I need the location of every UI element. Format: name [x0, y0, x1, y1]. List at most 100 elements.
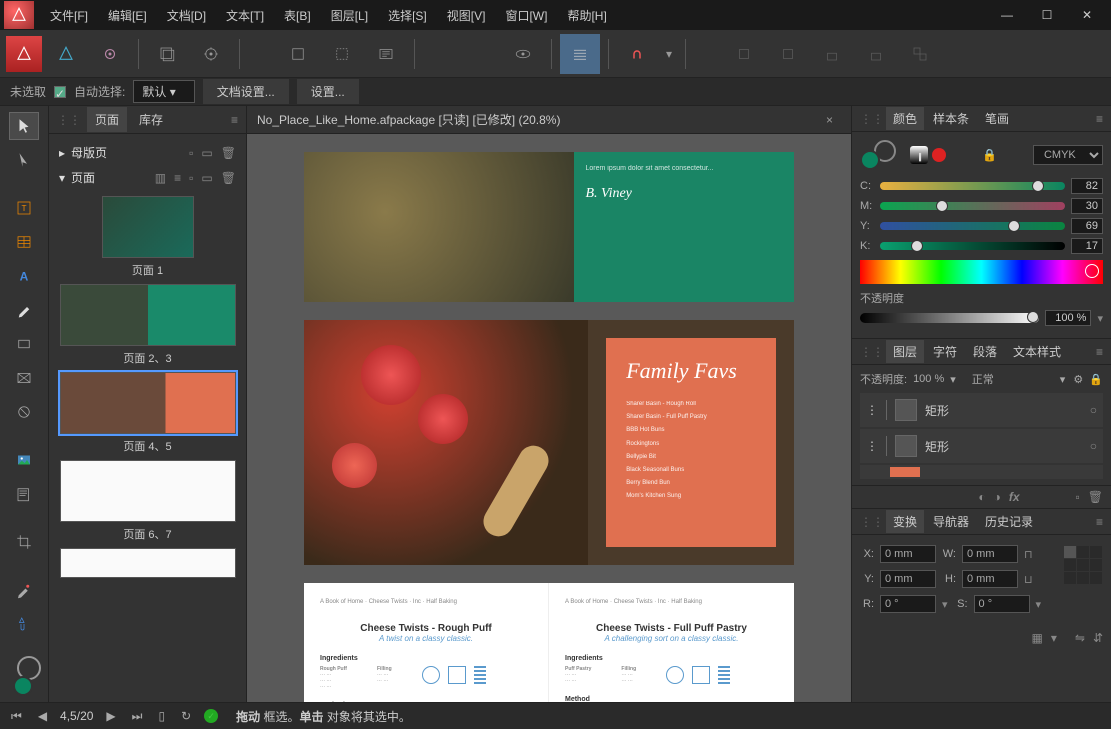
snapping-icon[interactable]: [617, 34, 657, 74]
layout-icon[interactable]: ▥: [155, 171, 166, 185]
layer-opacity-value[interactable]: 100 %: [913, 373, 944, 385]
y-field[interactable]: 0 mm: [880, 570, 936, 588]
spread-23[interactable]: Lorem ipsum dolor sit amet consectetur..…: [304, 152, 794, 302]
yellow-value[interactable]: 69: [1071, 218, 1103, 234]
page-thumb-45[interactable]: 页面 4、5: [55, 372, 240, 454]
opacity-value[interactable]: 100 %: [1045, 310, 1091, 326]
artboard-icon[interactable]: [278, 34, 318, 74]
artistic-text-tool[interactable]: A: [9, 262, 39, 290]
preflight-icon[interactable]: [366, 34, 406, 74]
first-page-icon[interactable]: ⏮: [8, 709, 25, 724]
menu-help[interactable]: 帮助[H]: [557, 0, 616, 30]
menu-layer[interactable]: 图层[L]: [321, 0, 378, 30]
move-tool[interactable]: [9, 112, 39, 140]
move-back-icon[interactable]: [724, 34, 764, 74]
fx-icon[interactable]: fx: [1009, 490, 1020, 504]
persona-publisher-icon[interactable]: [6, 36, 42, 72]
paragraphs-tab[interactable]: 段落: [966, 340, 1004, 363]
h-field[interactable]: 0 mm: [962, 570, 1018, 588]
swatches-tab[interactable]: 样本条: [926, 107, 976, 130]
drag-handle-icon[interactable]: ⋮⋮: [860, 345, 884, 359]
pages-section-header[interactable]: ▾ 页面 ▥≡▫▭🗑: [55, 165, 240, 190]
magenta-slider[interactable]: [880, 202, 1065, 210]
close-button[interactable]: ✕: [1067, 0, 1107, 30]
link-wh-icon[interactable]: ⊓: [1024, 548, 1033, 561]
panel-menu-icon[interactable]: ≡: [1096, 515, 1103, 529]
panel-menu-icon[interactable]: ≡: [231, 113, 238, 127]
layers-tab[interactable]: 图层: [886, 340, 924, 363]
master-pages-header[interactable]: ▸ 母版页 ▫▭🗑: [55, 140, 240, 165]
black-value[interactable]: 17: [1071, 238, 1103, 254]
frame-text-tool[interactable]: T: [9, 194, 39, 222]
black-slider[interactable]: [880, 242, 1065, 250]
stroke-tab[interactable]: 笔画: [978, 107, 1016, 130]
pen-tool[interactable]: [9, 296, 39, 324]
autoselect-checkbox[interactable]: ✓: [54, 86, 66, 98]
trash2-icon[interactable]: 🗑: [221, 171, 236, 185]
group-icon[interactable]: [900, 34, 940, 74]
preview-icon[interactable]: [503, 34, 543, 74]
align-icon[interactable]: ▦: [1032, 631, 1043, 645]
status-ok-icon[interactable]: ✓: [204, 709, 218, 723]
color-picker-tool[interactable]: [9, 576, 39, 604]
pick-color-icon[interactable]: [932, 148, 946, 162]
visibility-icon[interactable]: ⋮: [866, 439, 878, 453]
navigator-tab[interactable]: 导航器: [926, 510, 976, 533]
anchor-grid[interactable]: [1063, 545, 1103, 585]
opacity-slider[interactable]: [860, 313, 1039, 323]
fill-stroke-swatch[interactable]: [860, 140, 896, 170]
baseline-grid-icon[interactable]: [560, 34, 600, 74]
refresh-icon[interactable]: ↻: [178, 709, 194, 723]
layers-panel-icon[interactable]: [147, 34, 187, 74]
cyan-slider[interactable]: [880, 182, 1065, 190]
transform-tab[interactable]: 变换: [886, 510, 924, 533]
layer-row[interactable]: ⋮ 矩形 ○: [860, 429, 1103, 463]
menu-document[interactable]: 文档[D]: [157, 0, 216, 30]
menu-window[interactable]: 窗口[W]: [495, 0, 557, 30]
unlock-icon[interactable]: [856, 34, 896, 74]
ellipse-tool[interactable]: [9, 398, 39, 426]
spread-45[interactable]: Family Favs Sharer Basin - Rough RollSha…: [304, 320, 794, 565]
data-merge-tool[interactable]: [9, 480, 39, 508]
stock-tab[interactable]: 库存: [131, 107, 171, 132]
visibility-icon[interactable]: ⋮: [866, 403, 878, 417]
drag-handle-icon[interactable]: ⋮⋮: [57, 113, 81, 127]
x-field[interactable]: 0 mm: [880, 545, 936, 563]
picture-frame-tool[interactable]: [9, 364, 39, 392]
next-page-icon[interactable]: ▶: [103, 709, 118, 723]
yellow-slider[interactable]: [880, 222, 1065, 230]
add-master-icon[interactable]: ▫: [189, 146, 193, 160]
snap-dropdown-icon[interactable]: ▾: [661, 34, 677, 74]
color-tab[interactable]: 颜色: [886, 107, 924, 130]
drag-handle-icon[interactable]: ⋮⋮: [860, 515, 884, 529]
menu-edit[interactable]: 编辑[E]: [98, 0, 157, 30]
spectrum-picker[interactable]: [860, 260, 1103, 284]
flip-v-icon[interactable]: ⇵: [1093, 631, 1103, 645]
pages-tab[interactable]: 页面: [87, 107, 127, 132]
r-field[interactable]: 0 °: [880, 595, 936, 613]
history-tab[interactable]: 历史记录: [978, 510, 1040, 533]
characters-tab[interactable]: 字符: [926, 340, 964, 363]
view-mode-icon[interactable]: ▯: [155, 709, 168, 723]
textstyles-tab[interactable]: 文本样式: [1006, 340, 1068, 363]
flip-h-icon[interactable]: ⇋: [1075, 631, 1085, 645]
minimize-button[interactable]: —: [987, 0, 1027, 30]
page-thumb-67[interactable]: 页面 6、7: [55, 460, 240, 542]
cyan-value[interactable]: 82: [1071, 178, 1103, 194]
prev-page-icon[interactable]: ◀: [35, 709, 50, 723]
add-page-icon[interactable]: ▫: [189, 171, 193, 185]
folder-icon[interactable]: ▭: [201, 146, 212, 160]
gear-icon[interactable]: ⚙: [1073, 373, 1083, 386]
s-field[interactable]: 0 °: [974, 595, 1030, 613]
trash-icon[interactable]: 🗑: [221, 146, 236, 160]
crop-tool[interactable]: [9, 528, 39, 556]
menu-text[interactable]: 文本[T]: [216, 0, 274, 30]
move-forward-icon[interactable]: [768, 34, 808, 74]
last-page-icon[interactable]: ⏭: [129, 709, 146, 724]
list-icon[interactable]: ≡: [174, 171, 181, 185]
add-layer-icon[interactable]: ▫: [1076, 490, 1080, 504]
spread-67[interactable]: A Book of Home · Cheese Twists · Inc · H…: [304, 583, 794, 702]
adjustment-icon[interactable]: ◑: [994, 490, 1001, 504]
panel-menu-icon[interactable]: ≡: [1096, 112, 1103, 126]
mask-icon[interactable]: ◐: [978, 490, 985, 504]
